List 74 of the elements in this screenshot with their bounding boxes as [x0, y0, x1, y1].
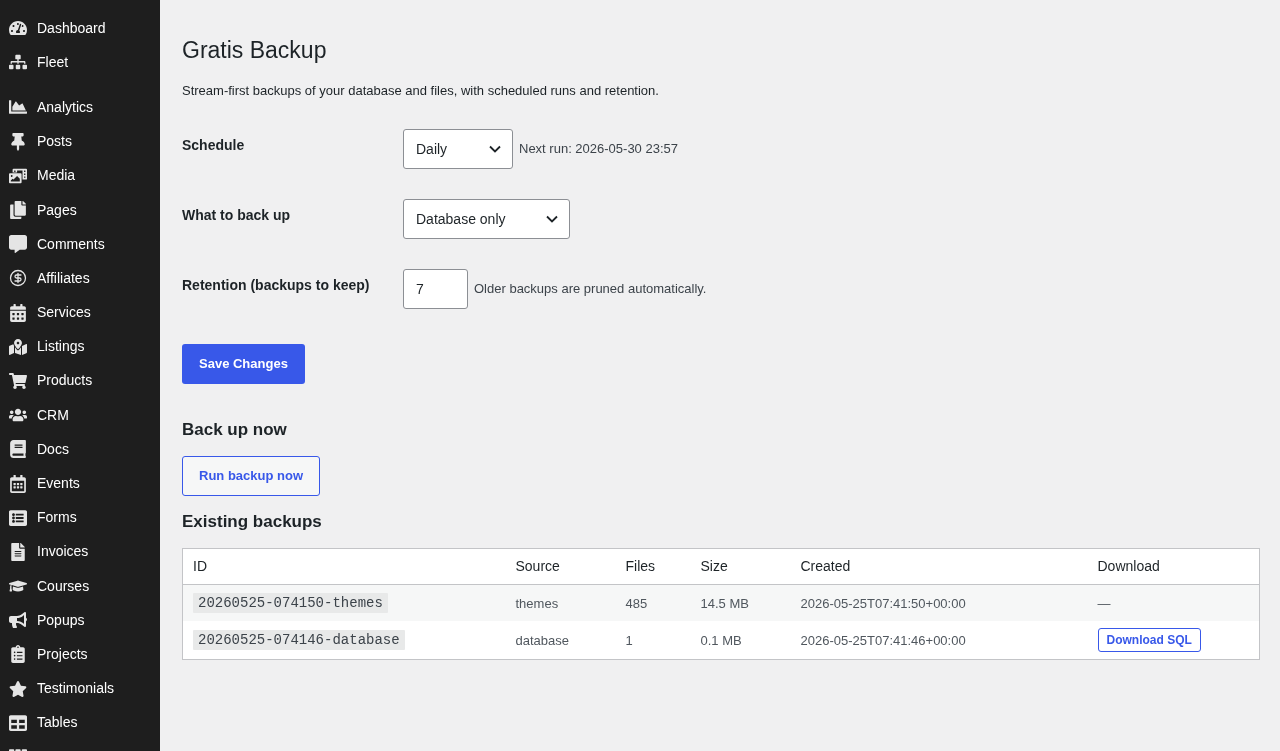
column-header: Source — [515, 558, 560, 574]
backup-id: 20260525-074150-themes — [193, 593, 388, 613]
dropdown[interactable]: Daily — [403, 129, 513, 169]
sidebar-item[interactable]: Analytics — [0, 90, 160, 125]
field-note: Older backups are pruned automatically. — [474, 280, 707, 299]
section-heading: Existing backups — [182, 511, 322, 533]
document-icon — [9, 542, 27, 561]
sidebar-item[interactable]: Popups — [0, 603, 160, 638]
page-description: Stream-first backups of your database and files, with scheduled runs and retention. — [182, 82, 659, 100]
sidebar-item[interactable]: Invoices — [0, 534, 160, 569]
sidebar-item[interactable]: Dashboard — [0, 11, 160, 46]
page-title: Gratis Backup — [182, 36, 327, 65]
backup-id: 20260525-074146-database — [193, 630, 405, 650]
sidebar-item[interactable]: Affiliates — [0, 261, 160, 296]
sidebar-item[interactable]: Fleet — [0, 45, 160, 80]
run-backup-button[interactable]: Run backup now — [182, 456, 320, 496]
cart-icon — [9, 371, 27, 390]
sidebar-item[interactable]: Events — [0, 466, 160, 501]
sidebar-item[interactable]: Forms — [0, 500, 160, 535]
column-header: ID — [193, 558, 207, 574]
sidebar-item[interactable]: CRM — [0, 398, 160, 433]
chevron-down-icon — [546, 215, 558, 223]
book-icon — [9, 440, 27, 459]
calendar-icon — [9, 474, 27, 493]
field-label: Retention (backups to keep) — [182, 277, 370, 293]
sidebar-item[interactable]: Testimonials — [0, 671, 160, 706]
comment-icon — [9, 235, 27, 254]
sidebar-item[interactable]: Comments — [0, 227, 160, 262]
table-cell: themes — [515, 595, 559, 611]
table-cell: 0.1 MB — [700, 632, 742, 648]
sidebar-item[interactable]: Docs — [0, 432, 160, 467]
gauge-icon — [9, 19, 27, 38]
sidebar-item[interactable]: Courses — [0, 569, 160, 604]
sidebar-item[interactable]: Pages — [0, 192, 160, 228]
pin-icon — [9, 132, 27, 151]
chevron-down-icon — [489, 145, 501, 153]
sidebar-item[interactable]: Posts — [0, 124, 160, 159]
star-icon — [9, 679, 27, 698]
sidebar-item[interactable]: Media — [0, 158, 160, 193]
field-label: Schedule — [182, 137, 245, 153]
download-button[interactable]: Download SQL — [1097, 628, 1201, 652]
table-cell: 2026-05-25T07:41:50+00:00 — [800, 595, 966, 611]
save-changes-button[interactable]: Save Changes — [182, 344, 305, 384]
dropdown[interactable]: Database only — [403, 199, 570, 239]
sitemap-icon — [9, 53, 27, 72]
table-cell: — — [1097, 595, 1111, 611]
column-header: Created — [800, 558, 851, 574]
column-header: Files — [625, 558, 656, 574]
media-icon — [9, 166, 27, 185]
form-icon — [9, 508, 27, 527]
megaphone-icon — [9, 611, 27, 630]
dollar-icon — [9, 269, 27, 288]
field-note: Next run: 2026-05-30 23:57 — [519, 140, 678, 159]
table-cell: database — [515, 632, 569, 648]
section-heading: Back up now — [182, 419, 287, 441]
table-cell: 485 — [625, 595, 648, 611]
table-icon — [9, 713, 27, 732]
sidebar-item[interactable]: Products — [0, 363, 160, 399]
table-cell: 1 — [625, 632, 633, 648]
sidebar-item[interactable]: Projects — [0, 637, 160, 672]
sidebar-item[interactable]: Services — [0, 295, 160, 330]
table-cell: 14.5 MB — [700, 595, 749, 611]
number-field[interactable]: 7 — [403, 269, 468, 309]
table-cell: 2026-05-25T07:41:46+00:00 — [800, 632, 966, 648]
column-header: Download — [1097, 558, 1160, 574]
clipboard-icon — [9, 645, 27, 664]
pages-icon — [9, 201, 27, 220]
calendar-icon — [9, 303, 27, 322]
sidebar-item[interactable]: Tables — [0, 705, 160, 740]
column-header: Size — [700, 558, 728, 574]
field-label: What to back up — [182, 207, 291, 223]
area-chart-icon — [9, 98, 27, 117]
sidebar-item[interactable]: Listings — [0, 329, 160, 364]
map-icon — [9, 337, 27, 356]
